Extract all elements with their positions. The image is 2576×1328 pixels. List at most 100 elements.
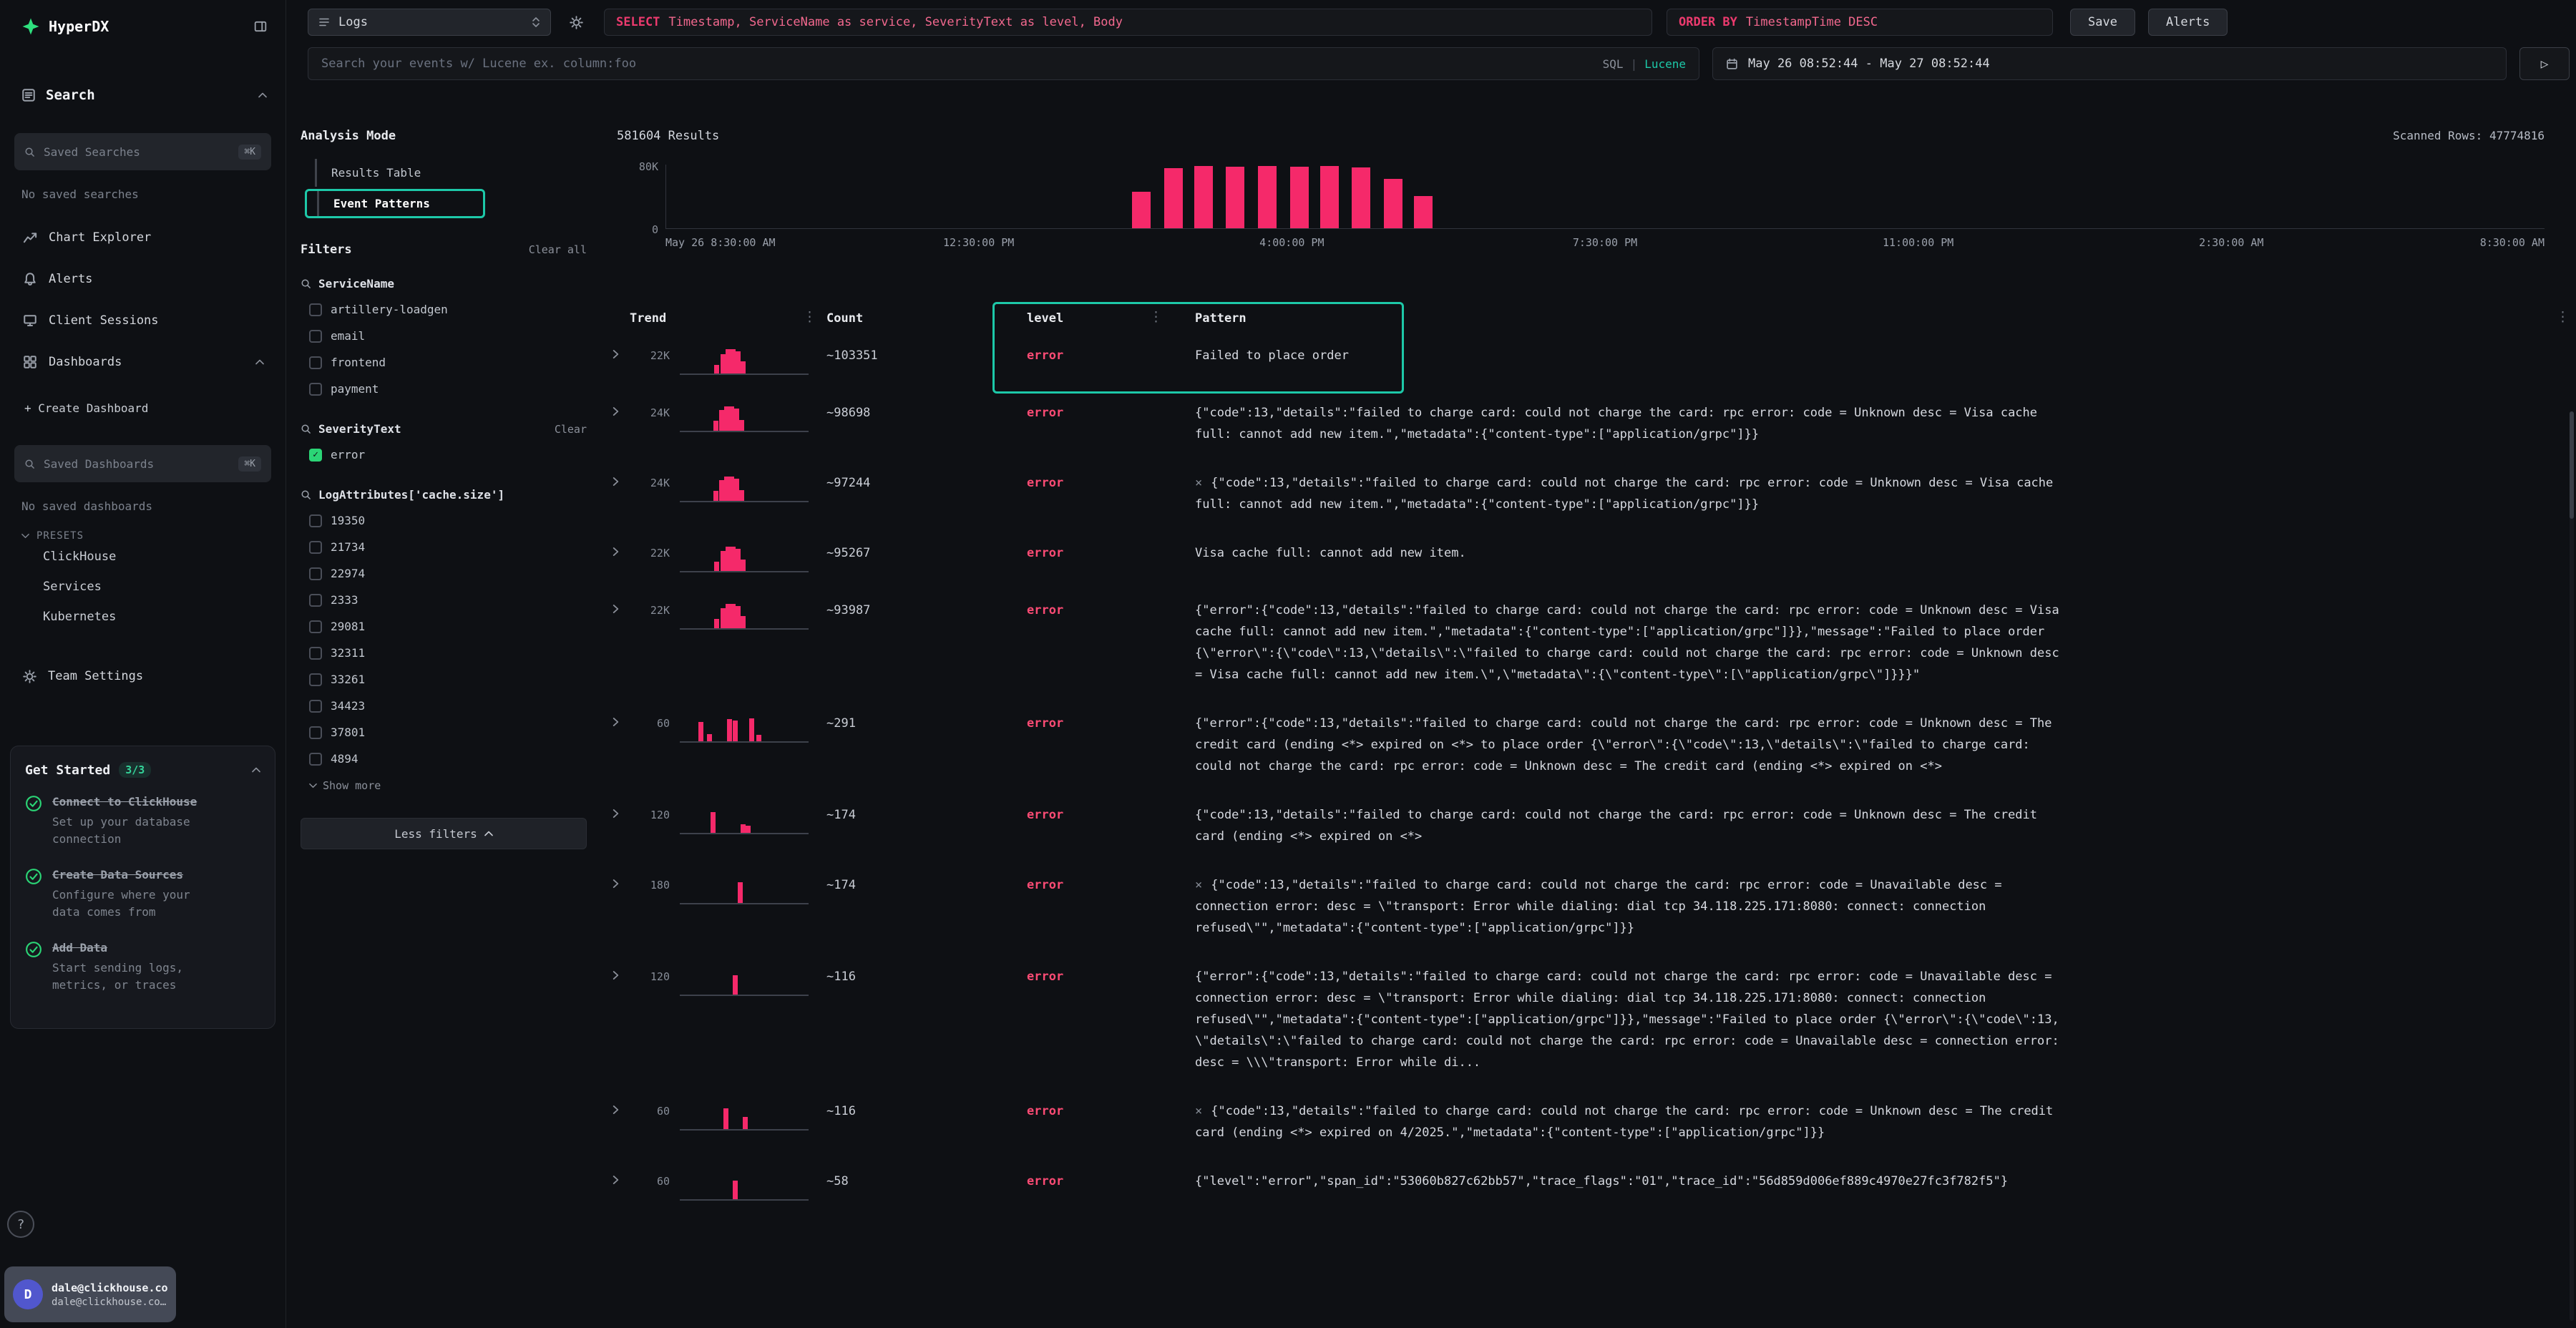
sidebar-item-chart-explorer[interactable]: Chart Explorer — [0, 217, 286, 258]
filter-option-32311[interactable]: 32311 — [301, 640, 587, 666]
sidebar-item-client-sessions[interactable]: Client Sessions — [0, 300, 286, 341]
presets-header[interactable]: PRESETS — [21, 530, 286, 542]
expand-row-icon[interactable] — [608, 803, 630, 819]
preset-services[interactable]: Services — [0, 572, 286, 602]
pattern-row[interactable]: 60~116error×{"code":13,"details":"failed… — [608, 1090, 2576, 1161]
checkbox[interactable] — [309, 541, 322, 554]
expand-row-icon[interactable] — [608, 711, 630, 727]
scrollbar[interactable] — [2570, 411, 2574, 1321]
get-started-header[interactable]: Get Started 3/3 — [25, 762, 260, 778]
checkbox[interactable] — [309, 753, 322, 766]
filter-option-payment[interactable]: payment — [301, 376, 587, 402]
sql-select-input[interactable]: SELECT Timestamp, ServiceName as service… — [604, 9, 1652, 36]
column-header-pattern[interactable]: Pattern — [1195, 311, 2061, 326]
sidebar-collapse-icon[interactable] — [254, 20, 267, 33]
pattern-row[interactable]: 24K~98698error{"code":13,"details":"fail… — [608, 392, 2576, 462]
pattern-row[interactable]: 120~116error{"error":{"code":13,"details… — [608, 956, 2576, 1090]
pattern-row[interactable]: 180~174error×{"code":13,"details":"faile… — [608, 864, 2576, 956]
sidebar-item-alerts[interactable]: Alerts — [0, 258, 286, 300]
dismiss-x-icon[interactable]: × — [1195, 878, 1202, 892]
checkbox[interactable] — [309, 620, 322, 633]
column-header-trend[interactable]: Trend — [630, 311, 826, 326]
filter-option-4894[interactable]: 4894 — [301, 746, 587, 772]
pattern-row[interactable]: 24K~97244error×{"code":13,"details":"fai… — [608, 462, 2576, 532]
filter-option-19350[interactable]: 19350 — [301, 507, 587, 534]
show-more-button[interactable]: Show more — [309, 779, 587, 792]
get-started-item[interactable]: Connect to ClickHouseSet up your databas… — [25, 794, 260, 848]
column-menu-icon[interactable]: ⋮ — [1149, 309, 1163, 325]
pattern-row[interactable]: 120~174error{"code":13,"details":"failed… — [608, 794, 2576, 864]
dismiss-x-icon[interactable]: × — [1195, 1104, 1202, 1118]
chart-plot[interactable] — [665, 165, 2545, 229]
pattern-row[interactable]: 22K~95267errorVisa cache full: cannot ad… — [608, 532, 2576, 590]
filter-option-2333[interactable]: 2333 — [301, 587, 587, 613]
filter-option-artillery-loadgen[interactable]: artillery-loadgen — [301, 296, 587, 323]
get-started-item[interactable]: Create Data SourcesConfigure where your … — [25, 866, 260, 921]
source-settings-button[interactable] — [562, 9, 590, 36]
less-filters-button[interactable]: Less filters — [301, 818, 587, 849]
filter-option-frontend[interactable]: frontend — [301, 349, 587, 376]
pattern-row[interactable]: 22K~93987error{"error":{"code":13,"detai… — [608, 590, 2576, 703]
checkbox[interactable] — [309, 594, 322, 607]
pattern-row[interactable]: 60~58error{"level":"error","span_id":"53… — [608, 1161, 2576, 1218]
help-button[interactable]: ? — [7, 1211, 34, 1238]
checkbox[interactable]: ✓ — [309, 449, 322, 462]
search-section-header[interactable]: Search — [21, 87, 267, 103]
checkbox[interactable] — [309, 383, 322, 396]
run-query-button[interactable]: ▷ — [2519, 47, 2570, 80]
analysis-mode-event-patterns[interactable]: Event Patterns — [317, 191, 483, 216]
saved-dashboards-button[interactable]: Saved Dashboards ⌘K — [14, 445, 271, 482]
expand-row-icon[interactable] — [608, 965, 630, 980]
scrollbar-thumb[interactable] — [2570, 411, 2574, 519]
column-header-count[interactable]: Count — [826, 311, 1027, 326]
preset-kubernetes[interactable]: Kubernetes — [0, 602, 286, 632]
expand-row-icon[interactable] — [608, 873, 630, 889]
chevron-up-icon[interactable] — [252, 767, 260, 773]
pattern-row[interactable]: 22K~103351errorFailed to place order — [608, 335, 2576, 392]
checkbox[interactable] — [309, 567, 322, 580]
create-dashboard-button[interactable]: + Create Dashboard — [24, 401, 286, 415]
get-started-item[interactable]: Add DataStart sending logs, metrics, or … — [25, 939, 260, 994]
checkbox[interactable] — [309, 303, 322, 316]
clear-filter-button[interactable]: Clear — [555, 423, 587, 436]
column-menu-icon[interactable]: ⋮ — [803, 309, 816, 325]
sidebar-item-dashboards[interactable]: Dashboards — [0, 341, 286, 383]
checkbox[interactable] — [309, 647, 322, 660]
filter-option-37801[interactable]: 37801 — [301, 719, 587, 746]
expand-row-icon[interactable] — [608, 1169, 630, 1185]
search-input[interactable] — [321, 57, 1603, 71]
filter-option-29081[interactable]: 29081 — [301, 613, 587, 640]
clear-all-button[interactable]: Clear all — [529, 243, 587, 256]
date-range-picker[interactable]: May 26 08:52:44 - May 27 08:52:44 — [1712, 47, 2507, 80]
checkbox[interactable] — [309, 700, 322, 713]
sql-mode-toggle[interactable]: SQL — [1603, 57, 1624, 71]
expand-row-icon[interactable] — [608, 401, 630, 416]
checkbox[interactable] — [309, 726, 322, 739]
order-by-input[interactable]: ORDER BY TimestampTime DESC — [1667, 9, 2053, 36]
filter-option-22974[interactable]: 22974 — [301, 560, 587, 587]
expand-row-icon[interactable] — [608, 471, 630, 487]
pattern-row[interactable]: 60~291error{"error":{"code":13,"details"… — [608, 703, 2576, 794]
expand-row-icon[interactable] — [608, 343, 630, 359]
checkbox[interactable] — [309, 356, 322, 369]
checkbox[interactable] — [309, 330, 322, 343]
filter-option-21734[interactable]: 21734 — [301, 534, 587, 560]
user-menu[interactable]: D dale@clickhouse.com dale@clickhouse.co… — [4, 1266, 176, 1322]
filter-option-33261[interactable]: 33261 — [301, 666, 587, 693]
expand-row-icon[interactable] — [608, 598, 630, 614]
alerts-button[interactable]: Alerts — [2148, 9, 2228, 36]
source-select[interactable]: Logs — [308, 9, 551, 36]
saved-searches-button[interactable]: Saved Searches ⌘K — [14, 133, 271, 170]
lucene-mode-toggle[interactable]: Lucene — [1644, 57, 1686, 71]
checkbox[interactable] — [309, 673, 322, 686]
preset-clickhouse[interactable]: ClickHouse — [0, 542, 286, 572]
analysis-mode-results-table[interactable]: Results Table — [315, 159, 587, 187]
column-menu-icon[interactable]: ⋮ — [2556, 309, 2570, 325]
column-header-level[interactable]: level — [1027, 311, 1195, 326]
checkbox[interactable] — [309, 514, 322, 527]
expand-row-icon[interactable] — [608, 1099, 630, 1115]
filter-option-email[interactable]: email — [301, 323, 587, 349]
save-button[interactable]: Save — [2070, 9, 2135, 36]
filter-option-error[interactable]: ✓error — [301, 441, 587, 468]
expand-row-icon[interactable] — [608, 541, 630, 557]
